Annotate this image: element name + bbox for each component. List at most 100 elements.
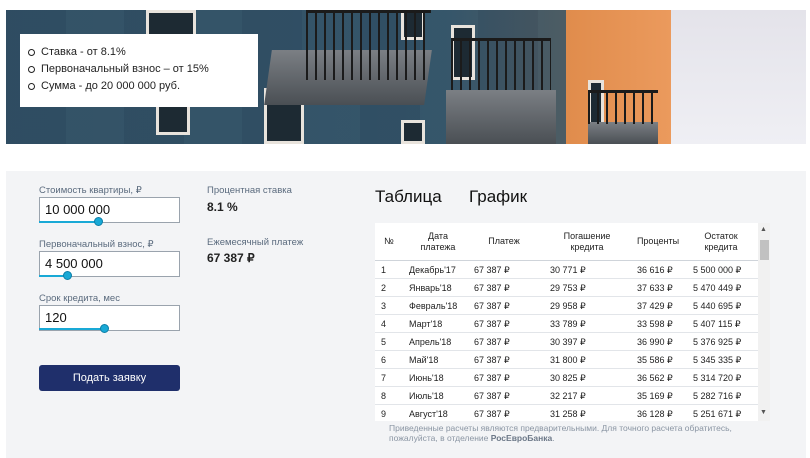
table-cell: 5 xyxy=(381,337,387,347)
table-row: 4 Март'18 67 387 ₽ 33 789 ₽ 33 598 ₽ 5 407 11… xyxy=(375,315,758,333)
table-cell: Август'18 xyxy=(409,409,448,419)
bank-name: РосЕвроБанка xyxy=(490,433,553,443)
column-header: Платеж xyxy=(488,236,520,246)
term-slider-handle[interactable] xyxy=(100,324,109,333)
table-cell: 33 789 ₽ xyxy=(550,319,586,329)
tab-chart[interactable]: График xyxy=(469,187,527,207)
table-row: 3 Февраль'18 67 387 ₽ 29 958 ₽ 37 429 ₽ 5 440… xyxy=(375,297,758,315)
table-cell: 37 633 ₽ xyxy=(637,283,673,293)
table-cell: 31 258 ₽ xyxy=(550,409,586,419)
table-cell: 4 xyxy=(381,319,387,329)
table-cell: 67 387 ₽ xyxy=(474,391,510,401)
table-cell: 29 958 ₽ xyxy=(550,301,586,311)
down-payment-slider-handle[interactable] xyxy=(63,271,72,280)
table-row: 5 Апрель'18 67 387 ₽ 30 397 ₽ 36 990 ₽ 5 376 … xyxy=(375,333,758,351)
table-cell: Январь'18 xyxy=(409,283,452,293)
table-cell: Декабрь'17 xyxy=(409,265,456,275)
table-cell: 1 xyxy=(381,265,387,275)
table-cell: Март'18 xyxy=(409,319,443,329)
balcony-slab xyxy=(446,90,556,144)
column-header: Проценты xyxy=(636,236,680,246)
table-cell: 3 xyxy=(381,301,387,311)
table-cell: 36 616 ₽ xyxy=(637,265,673,275)
price-label: Стоимость квартиры, ₽ xyxy=(39,185,142,196)
table-cell: 5 500 000 ₽ xyxy=(693,265,742,275)
column-header: Погашение кредита xyxy=(563,231,611,252)
table-cell: 5 470 449 ₽ xyxy=(693,283,742,293)
scroll-up-icon[interactable]: ▲ xyxy=(760,226,767,233)
table-cell: Апрель'18 xyxy=(409,337,452,347)
table-row: 1 Декабрь'17 67 387 ₽ 30 771 ₽ 36 616 ₽ 5 500… xyxy=(375,261,758,279)
column-header: Дата платежа xyxy=(420,231,456,252)
table-cell: 67 387 ₽ xyxy=(474,319,510,329)
table-cell: 36 128 ₽ xyxy=(637,409,673,419)
table-row: 8 Июль'18 67 387 ₽ 32 217 ₽ 35 169 ₽ 5 282 71… xyxy=(375,387,758,405)
table-cell: 30 397 ₽ xyxy=(550,337,586,347)
table-cell: 29 753 ₽ xyxy=(550,283,586,293)
balcony-railing xyxy=(451,38,551,90)
table-cell: 33 598 ₽ xyxy=(637,319,673,329)
submit-application-button[interactable]: Подать заявку xyxy=(39,365,180,391)
term-label: Срок кредита, мес xyxy=(39,293,120,304)
monthly-payment-value: 67 387 ₽ xyxy=(207,251,255,265)
table-cell: 67 387 ₽ xyxy=(474,409,510,419)
table-cell: 67 387 ₽ xyxy=(474,337,510,347)
table-cell: 31 800 ₽ xyxy=(550,355,586,365)
offer-bullet: Первоначальный взнос – от 15% xyxy=(28,61,258,78)
down-payment-label: Первоначальный взнос, ₽ xyxy=(39,239,154,250)
table-cell: 2 xyxy=(381,283,387,293)
table-cell: 35 169 ₽ xyxy=(637,391,673,401)
table-header: № Дата платежа Платеж Погашение кредита … xyxy=(375,223,758,261)
table-cell: 30 825 ₽ xyxy=(550,373,586,383)
table-row: 6 Май'18 67 387 ₽ 31 800 ₽ 35 586 ₽ 5 345 335… xyxy=(375,351,758,369)
table-cell: 67 387 ₽ xyxy=(474,355,510,365)
mortgage-calculator: Стоимость квартиры, ₽ 10 000 000 Первона… xyxy=(6,171,806,458)
table-row: 9 Август'18 67 387 ₽ 31 258 ₽ 36 128 ₽ 5 251 … xyxy=(375,405,758,421)
table-cell: 32 217 ₽ xyxy=(550,391,586,401)
table-cell: 37 429 ₽ xyxy=(637,301,673,311)
table-cell: 30 771 ₽ xyxy=(550,265,586,275)
price-slider-fill xyxy=(39,221,98,223)
scroll-down-icon[interactable]: ▼ xyxy=(760,409,767,416)
table-cell: 9 xyxy=(381,409,387,419)
table-cell: 35 586 ₽ xyxy=(637,355,673,365)
table-cell: 5 376 925 ₽ xyxy=(693,337,742,347)
price-input[interactable]: 10 000 000 xyxy=(39,197,180,223)
price-slider-handle[interactable] xyxy=(94,217,103,226)
down-payment-input[interactable]: 4 500 000 xyxy=(39,251,180,277)
tab-table[interactable]: Таблица xyxy=(375,187,442,207)
scroll-thumb[interactable] xyxy=(760,240,769,260)
rate-label: Процентная ставка xyxy=(207,185,292,196)
building-window xyxy=(401,120,425,144)
balcony-railing xyxy=(306,10,431,80)
table-cell: 36 562 ₽ xyxy=(637,373,673,383)
table-cell: 8 xyxy=(381,391,387,401)
disclaimer-text: Приведенные расчеты являются предварител… xyxy=(389,423,732,443)
table-cell: 5 282 716 ₽ xyxy=(693,391,742,401)
table-cell: 67 387 ₽ xyxy=(474,265,510,275)
table-cell: 5 440 695 ₽ xyxy=(693,301,742,311)
table-cell: Май'18 xyxy=(409,355,439,365)
column-header: Остаток кредита xyxy=(704,231,738,252)
table-scrollbar[interactable]: ▲ ▼ xyxy=(758,223,770,421)
monthly-payment-label: Ежемесячный платеж xyxy=(207,237,304,248)
balcony-railing xyxy=(588,90,658,124)
table-cell: Июнь'18 xyxy=(409,373,444,383)
offer-info-box: Ставка - от 8.1% Первоначальный взнос – … xyxy=(20,34,258,107)
disclaimer-note: Приведенные расчеты являются предварител… xyxy=(389,423,769,443)
table-cell: 67 387 ₽ xyxy=(474,283,510,293)
table-cell: 5 407 115 ₽ xyxy=(693,319,741,329)
table-row: 2 Январь'18 67 387 ₽ 29 753 ₽ 37 633 ₽ 5 470 … xyxy=(375,279,758,297)
table-cell: 5 345 335 ₽ xyxy=(693,355,742,365)
column-header: № xyxy=(384,236,394,246)
table-cell: Июль'18 xyxy=(409,391,444,401)
table-row: 7 Июнь'18 67 387 ₽ 30 825 ₽ 36 562 ₽ 5 314 72… xyxy=(375,369,758,387)
rate-value: 8.1 % xyxy=(207,200,238,214)
table-cell: 7 xyxy=(381,373,387,383)
payment-schedule-table: № Дата платежа Платеж Погашение кредита … xyxy=(375,223,770,421)
table-cell: 6 xyxy=(381,355,387,365)
offer-bullet: Ставка - от 8.1% xyxy=(28,44,258,61)
balcony-slab xyxy=(588,122,658,144)
table-cell: 67 387 ₽ xyxy=(474,301,510,311)
term-slider-fill xyxy=(39,328,104,330)
